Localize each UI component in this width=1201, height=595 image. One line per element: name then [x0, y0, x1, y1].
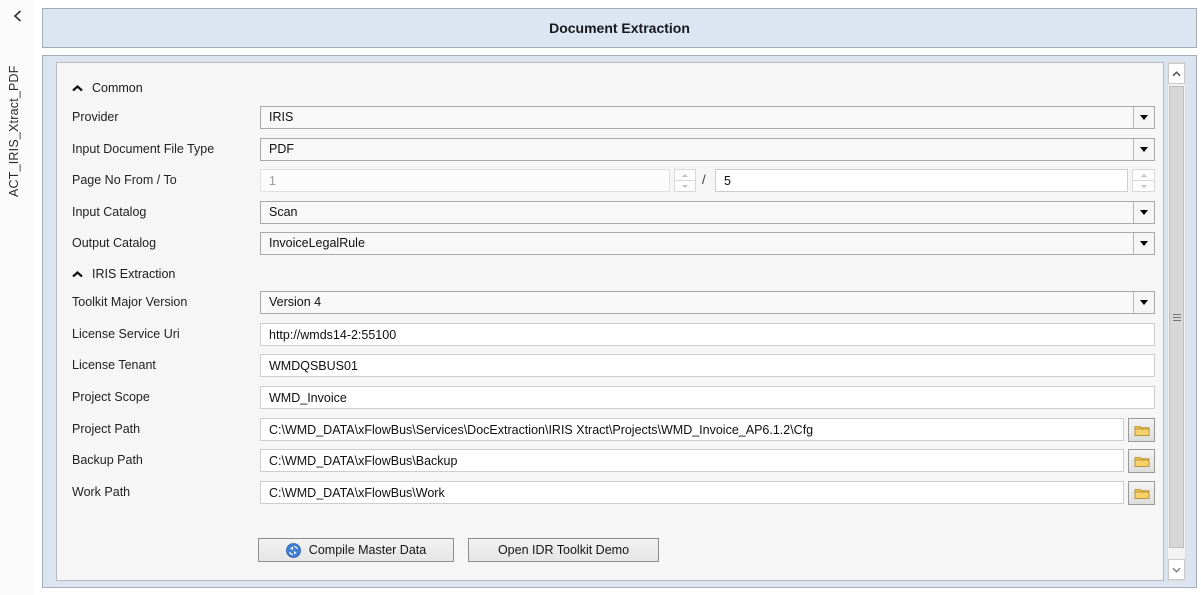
row-project-path: Project Path: [57, 418, 1163, 441]
row-license-tenant: License Tenant: [57, 354, 1163, 377]
spinner-down-icon: [682, 185, 688, 188]
project-scope-input[interactable]: [260, 386, 1155, 409]
page-no-to-input[interactable]: [715, 169, 1128, 192]
row-backup-path: Backup Path: [57, 449, 1163, 472]
output-catalog-combobox[interactable]: InvoiceLegalRule: [260, 232, 1155, 255]
license-service-uri-input[interactable]: [260, 323, 1155, 346]
field-label: Backup Path: [72, 453, 143, 467]
scrollbar-up-button[interactable]: [1168, 63, 1185, 84]
section-header-common[interactable]: Common: [72, 80, 143, 96]
scroll-down-icon: [1172, 567, 1181, 573]
dropdown-button[interactable]: [1133, 139, 1154, 160]
field-label: License Service Uri: [72, 327, 180, 341]
dropdown-button[interactable]: [1133, 233, 1154, 254]
folder-icon: [1134, 455, 1150, 468]
field-label: Provider: [72, 110, 119, 124]
open-idr-toolkit-demo-button[interactable]: Open IDR Toolkit Demo: [468, 538, 659, 562]
scrollbar-down-button[interactable]: [1168, 559, 1185, 580]
row-toolkit-major-version: Toolkit Major Version Version 4: [57, 291, 1163, 314]
row-actions: Compile Master Data Open IDR Toolkit Dem…: [57, 538, 1163, 562]
field-label: License Tenant: [72, 358, 156, 372]
activity-name-label: ACT_IRIS_Xtract_PDF: [7, 32, 21, 197]
button-label: Open IDR Toolkit Demo: [498, 543, 629, 557]
dropdown-arrow-icon: [1140, 115, 1148, 120]
compile-master-data-button[interactable]: Compile Master Data: [258, 538, 454, 562]
input-catalog-combobox[interactable]: Scan: [260, 201, 1155, 224]
spinner-down-icon: [1141, 185, 1147, 188]
browse-project-path-button[interactable]: [1128, 418, 1155, 442]
project-path-input[interactable]: [260, 418, 1124, 441]
page-title: Document Extraction: [549, 20, 690, 36]
browse-work-path-button[interactable]: [1128, 481, 1155, 505]
dropdown-button[interactable]: [1133, 107, 1154, 128]
row-input-document-file-type: Input Document File Type PDF: [57, 138, 1163, 161]
section-label: Common: [92, 81, 143, 95]
field-label: Input Catalog: [72, 205, 146, 219]
settings-outer-panel: Common Provider IRIS Input Document File…: [42, 55, 1197, 588]
button-label: Compile Master Data: [309, 543, 426, 557]
input-document-file-type-combobox[interactable]: PDF: [260, 138, 1155, 161]
field-label: Toolkit Major Version: [72, 295, 187, 309]
dropdown-arrow-icon: [1140, 147, 1148, 152]
license-tenant-input[interactable]: [260, 354, 1155, 377]
section-label: IRIS Extraction: [92, 267, 175, 281]
combobox-value: PDF: [261, 139, 1133, 160]
dropdown-button[interactable]: [1133, 202, 1154, 223]
settings-form-panel: Common Provider IRIS Input Document File…: [56, 62, 1164, 581]
combobox-value: Scan: [261, 202, 1133, 223]
row-output-catalog: Output Catalog InvoiceLegalRule: [57, 232, 1163, 255]
row-project-scope: Project Scope: [57, 386, 1163, 409]
dropdown-arrow-icon: [1140, 300, 1148, 305]
combobox-value: InvoiceLegalRule: [261, 233, 1133, 254]
folder-icon: [1134, 487, 1150, 500]
combobox-value: IRIS: [261, 107, 1133, 128]
row-license-service-uri: License Service Uri: [57, 323, 1163, 346]
row-input-catalog: Input Catalog Scan: [57, 201, 1163, 224]
row-work-path: Work Path: [57, 481, 1163, 504]
dropdown-button[interactable]: [1133, 292, 1154, 313]
backup-path-input[interactable]: [260, 449, 1124, 472]
page-title-bar: Document Extraction: [42, 8, 1197, 48]
work-path-input[interactable]: [260, 481, 1124, 504]
page-no-from-input[interactable]: [260, 169, 670, 192]
page-no-to-spinner: [1132, 169, 1155, 192]
folder-icon: [1134, 424, 1150, 437]
section-header-iris-extraction[interactable]: IRIS Extraction: [72, 266, 175, 282]
spinner-down-button[interactable]: [674, 180, 696, 192]
page-range-separator: /: [702, 172, 706, 187]
compile-globe-icon: [286, 543, 301, 558]
left-rail: ACT_IRIS_Xtract_PDF: [0, 0, 34, 595]
collapse-panel-button[interactable]: [9, 8, 25, 24]
field-label: Page No From / To: [72, 173, 177, 187]
dropdown-arrow-icon: [1140, 241, 1148, 246]
chevron-up-icon: [72, 85, 83, 92]
row-provider: Provider IRIS: [57, 106, 1163, 129]
chevron-up-icon: [72, 271, 83, 278]
field-label: Input Document File Type: [72, 142, 214, 156]
spinner-up-icon: [1141, 174, 1147, 177]
toolkit-major-version-combobox[interactable]: Version 4: [260, 291, 1155, 314]
field-label: Project Path: [72, 422, 140, 436]
scrollbar-thumb[interactable]: [1169, 86, 1184, 548]
spinner-down-button[interactable]: [1132, 180, 1155, 192]
vertical-scrollbar[interactable]: [1167, 62, 1186, 581]
page-no-from-spinner: [674, 169, 696, 192]
field-label: Output Catalog: [72, 236, 156, 250]
dropdown-arrow-icon: [1140, 210, 1148, 215]
scrollbar-grip-icon: [1173, 314, 1181, 321]
field-label: Work Path: [72, 485, 130, 499]
provider-combobox[interactable]: IRIS: [260, 106, 1155, 129]
combobox-value: Version 4: [261, 292, 1133, 313]
spinner-up-icon: [682, 174, 688, 177]
browse-backup-path-button[interactable]: [1128, 449, 1155, 473]
chevron-left-icon: [13, 10, 22, 22]
scroll-up-icon: [1172, 71, 1181, 77]
field-label: Project Scope: [72, 390, 150, 404]
row-page-no-from-to: Page No From / To /: [57, 169, 1163, 192]
